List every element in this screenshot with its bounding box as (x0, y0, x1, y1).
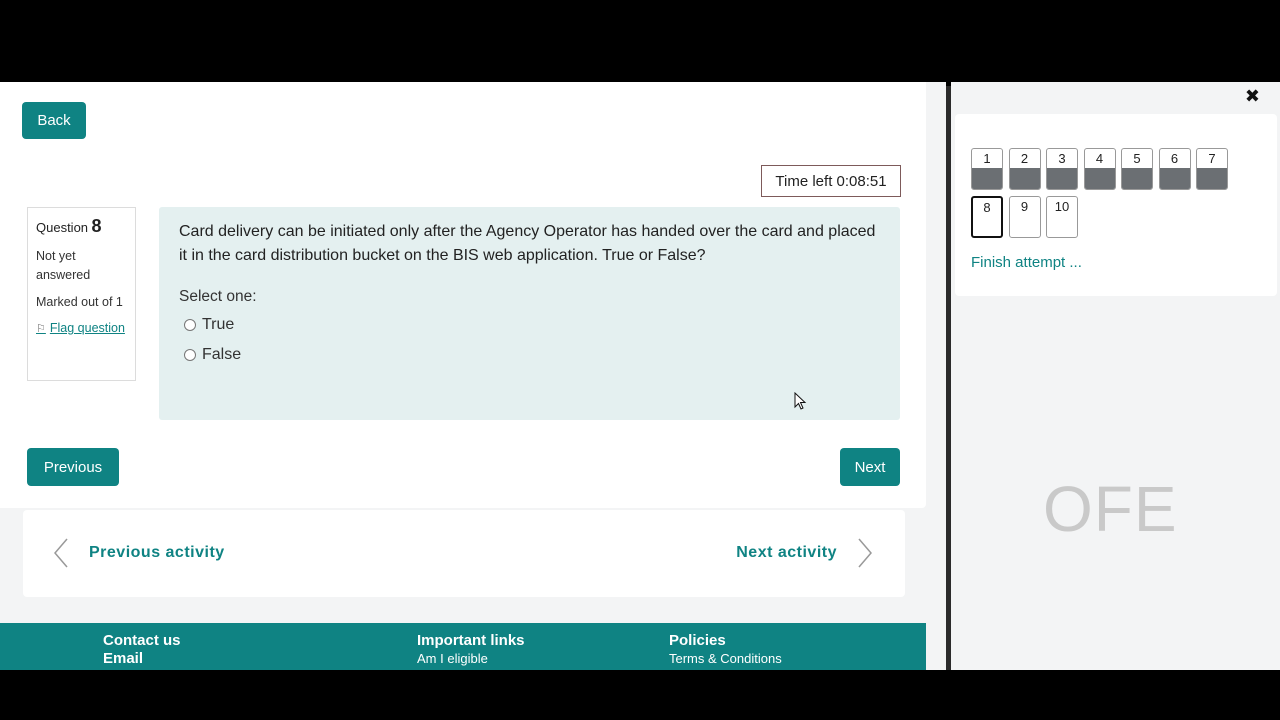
quiz-nav-button-5[interactable]: 5 (1121, 148, 1153, 190)
quiz-nav-button-8[interactable]: 8 (971, 196, 1003, 238)
question-content-box: Card delivery can be initiated only afte… (159, 207, 900, 420)
footer-contact-heading: Contact us (103, 632, 181, 649)
footer-terms-link[interactable]: Terms & Conditions (669, 650, 782, 668)
question-info-panel: Question 8 Not yet answered Marked out o… (27, 207, 136, 381)
answer-option-false-label: False (202, 346, 242, 363)
question-number: 8 (91, 216, 102, 236)
footer-policies: Policies Terms & Conditions (669, 632, 782, 668)
answer-prompt: Select one: (179, 288, 257, 305)
chevron-left-icon (54, 538, 68, 568)
quiz-nav-button-4[interactable]: 4 (1083, 148, 1116, 190)
answer-option-false[interactable]: False (184, 346, 880, 364)
answer-option-true[interactable]: True (184, 316, 880, 334)
footer-links-heading: Important links (417, 632, 525, 649)
quiz-nav-button-label: 6 (1170, 151, 1179, 166)
chevron-right-icon (858, 538, 872, 568)
previous-activity-link[interactable]: Previous activity (53, 537, 225, 569)
site-footer: Contact us Email Important links Am I el… (0, 623, 926, 670)
quiz-nav-button-1[interactable]: 1 (971, 148, 1003, 190)
quiz-card: Back Time left 0:08:51 Question 8 Not ye… (0, 82, 926, 508)
answered-indicator (972, 168, 1002, 189)
quiz-nav-button-label: 8 (983, 200, 991, 215)
quiz-nav-button-9[interactable]: 9 (1008, 196, 1041, 238)
radio-true[interactable] (184, 319, 196, 331)
quiz-navigation-drawer: ✖ 1 2 3 4 5 6 7 8 9 10 Finish attempt ... OFE (951, 82, 1280, 670)
answer-option-true-label: True (202, 316, 235, 333)
quiz-nav-button-6[interactable]: 6 (1158, 148, 1191, 190)
time-left-badge: Time left 0:08:51 (761, 165, 901, 197)
next-activity-link[interactable]: Next activity (736, 537, 873, 569)
previous-page-button[interactable]: Previous (27, 448, 119, 486)
flag-icon: ⚐ (36, 323, 46, 335)
quiz-nav-button-label: 9 (1020, 199, 1029, 214)
answered-indicator (1047, 168, 1077, 189)
quiz-nav-button-label: 3 (1058, 151, 1066, 166)
footer-eligible-link[interactable]: Am I eligible (417, 650, 525, 668)
question-label: Question (36, 220, 89, 235)
question-number-heading: Question 8 (36, 216, 127, 237)
quiz-navigation-panel: 1 2 3 4 5 6 7 8 9 10 Finish attempt ... (955, 114, 1277, 296)
footer-contact: Contact us Email (103, 632, 181, 667)
video-bottom-letterbox (0, 670, 1280, 720)
mouse-cursor-icon (794, 392, 807, 410)
quiz-nav-button-label: 5 (1133, 151, 1141, 166)
answered-indicator (1159, 168, 1190, 189)
quiz-nav-button-3[interactable]: 3 (1046, 148, 1078, 190)
quiz-nav-button-label: 1 (983, 151, 991, 166)
next-activity-label: Next activity (736, 544, 837, 561)
answered-indicator (1122, 168, 1152, 189)
footer-important-links: Important links Am I eligible (417, 632, 525, 668)
previous-activity-label: Previous activity (89, 544, 225, 561)
footer-email-label: Email (103, 650, 144, 667)
quiz-nav-button-label: 2 (1020, 151, 1029, 166)
answered-indicator (1197, 168, 1227, 189)
answered-indicator (1084, 168, 1115, 189)
close-icon[interactable]: ✖ (1245, 86, 1260, 107)
video-top-letterbox (0, 0, 1280, 82)
quiz-nav-button-10[interactable]: 10 (1046, 196, 1078, 238)
quiz-nav-button-7[interactable]: 7 (1196, 148, 1228, 190)
footer-policies-heading: Policies (669, 632, 726, 649)
radio-false[interactable] (184, 349, 196, 361)
answered-indicator (1009, 168, 1040, 189)
back-button[interactable]: Back (22, 102, 86, 139)
question-text: Card delivery can be initiated only afte… (179, 223, 876, 264)
flag-question-link[interactable]: ⚐ Flag question (36, 319, 127, 339)
quiz-nav-button-label: 4 (1095, 151, 1104, 166)
quiz-nav-button-2[interactable]: 2 (1008, 148, 1041, 190)
quiz-main-region: Back Time left 0:08:51 Question 8 Not ye… (0, 82, 946, 670)
watermark-text: OFE (1043, 473, 1178, 545)
question-state: Not yet answered (36, 249, 91, 282)
question-grade-info: Marked out of 1 (36, 295, 123, 309)
activity-navigation: Previous activity Next activity (23, 510, 905, 597)
finish-attempt-link[interactable]: Finish attempt ... (971, 254, 1082, 271)
next-page-button[interactable]: Next (840, 448, 900, 486)
flag-question-label: Flag question (49, 321, 125, 335)
quiz-nav-button-label: 7 (1208, 151, 1216, 166)
quiz-nav-button-label: 10 (1054, 199, 1070, 214)
